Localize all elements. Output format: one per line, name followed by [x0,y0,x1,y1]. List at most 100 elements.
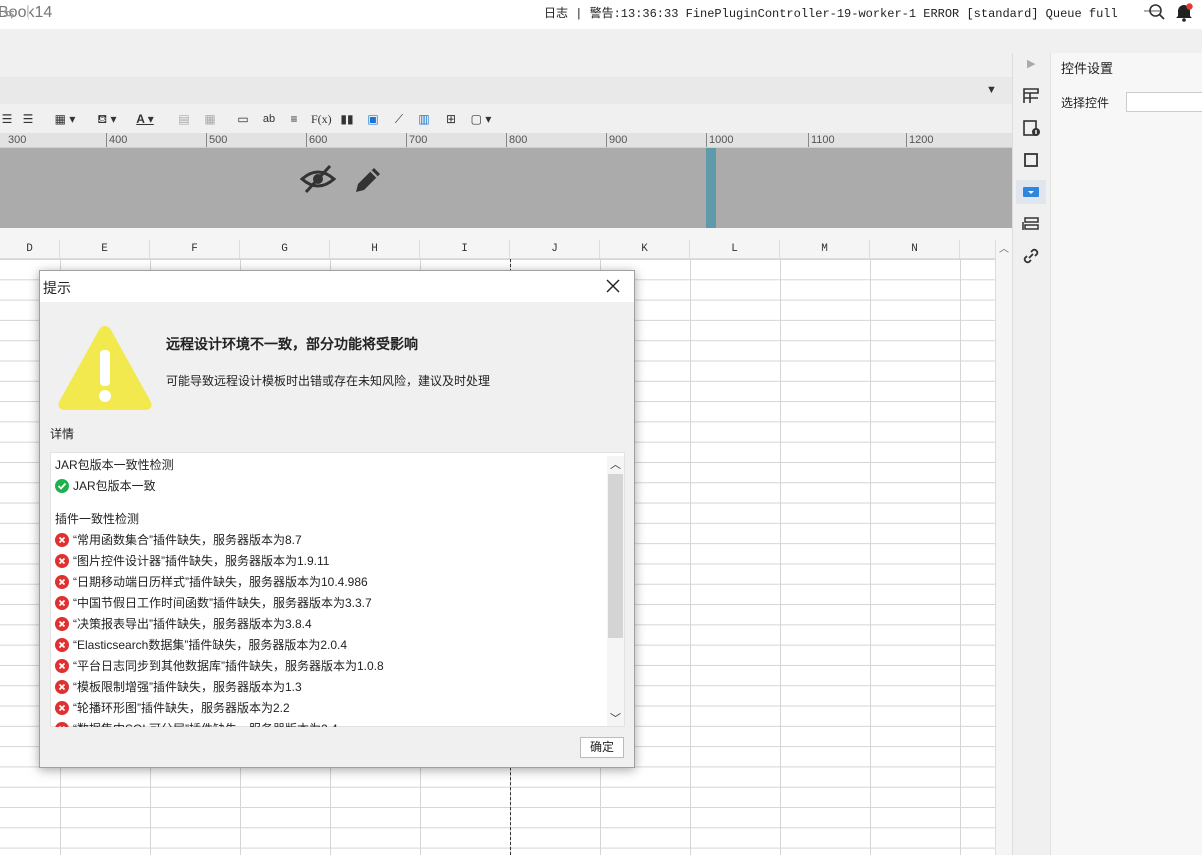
column-header-cell[interactable]: L [690,240,780,259]
plugin-list: “常用函数集合”插件缺失，服务器版本为8.7 “图片控件设计器”插件缺失，服务器版… [55,530,605,727]
grid-scrollbar[interactable] [995,240,1012,855]
plugin-item-text: “平台日志同步到其他数据库”插件缺失，服务器版本为1.0.8 [73,659,384,673]
plugin-item-text: “常用函数集合”插件缺失，服务器版本为8.7 [73,533,302,547]
ruler-tick: 1100 [808,133,835,147]
ruler-tick: 600 [306,133,327,147]
widget-settings-icon[interactable] [1021,182,1041,202]
plugin-item-text: “数据集中SQL可分层”插件缺失，服务器版本为2.4 [73,722,338,727]
plugin-item: “数据集中SQL可分层”插件缺失，服务器版本为2.4 [55,719,605,727]
details-label: 详情 [50,427,75,441]
chevron-up-icon[interactable]: ︿ [607,456,624,472]
properties-panel [1050,53,1202,855]
column-header-cell[interactable]: J [510,240,600,259]
list-item: JAR包版本一致 [55,476,605,497]
properties-title: 控件设置 [1061,61,1114,76]
insert-formula-icon[interactable]: F(x) [311,111,332,127]
band-separator [0,228,1012,240]
align-left-icon[interactable]: ☰ [0,111,14,127]
plugin-item: “轮播环形图”插件缺失，服务器版本为2.2 [55,698,605,719]
column-header-cell[interactable]: I [420,240,510,259]
bell-icon[interactable] [1174,2,1194,22]
plugin-item: “常用函数集合”插件缺失，服务器版本为8.7 [55,530,605,551]
error-circle-icon [55,659,69,673]
ruler-tick: 300 [8,134,27,146]
column-header-cell[interactable]: F [150,240,240,259]
eye-off-icon[interactable] [300,163,336,195]
hyperlink-icon[interactable] [1021,246,1041,266]
column-header-cell[interactable]: D [0,240,60,259]
column-header-cell[interactable]: K [600,240,690,259]
select-widget-label: 选择控件 [1061,96,1110,110]
expand-arrow-icon[interactable]: ▶ [1027,57,1035,70]
column-header-cell[interactable]: N [870,240,960,259]
merge-cells-icon[interactable]: ▤ [176,111,192,127]
insert-textbox-icon[interactable]: ▭ [234,111,252,127]
border-icon[interactable]: ▦ ▾ [50,111,80,127]
dialog-subtext: 可能导致远程设计模板时出错或存在未知风险，建议及时处理 [166,374,491,388]
ruler-tick: 1200 [906,133,933,147]
error-circle-icon [55,701,69,715]
condition-attributes-icon[interactable] [1021,214,1041,234]
column-header-cell[interactable]: E [60,240,150,259]
body-preview-band [0,148,1012,228]
jar-status-text: JAR包版本一致 [73,479,156,493]
column-header: D E F G H I J K L M N [0,240,995,259]
cell-attributes-icon[interactable] [1021,86,1041,106]
insert-text-icon[interactable]: ab [260,111,278,127]
insert-subreport-icon[interactable]: ▥ [416,111,432,127]
undo-icon[interactable]: ⇆ [3,5,15,22]
more-insert-icon[interactable]: ▢ ▾ [468,111,494,127]
cell-info-icon[interactable] [1021,118,1041,138]
ok-button[interactable]: 确定 [580,737,624,758]
error-circle-icon [55,596,69,610]
pencil-icon[interactable] [352,164,384,196]
insert-richtext-icon[interactable]: ≡ [286,111,302,127]
plugin-section-title: 插件一致性检测 [55,512,140,526]
formula-band [0,78,1012,104]
plugin-item: “图片控件设计器”插件缺失，服务器版本为1.9.11 [55,551,605,572]
plugin-item-text: “中国节假日工作时间函数”插件缺失，服务器版本为3.3.7 [73,596,372,610]
border-frame-icon[interactable] [1021,150,1041,170]
details-scroll-thumb[interactable] [608,474,623,638]
split-cells-icon[interactable]: ▦ [202,111,218,127]
format-toolbar: ☰ ☰ ▦ ▾ ⛾ ▾ A ▾ ▤ ▦ ▭ ab ≡ F(x) ▮▮ ▣ ⟋ ▥… [0,104,1012,133]
column-header-cell[interactable]: H [330,240,420,259]
plugin-item: “决策报表导出”插件缺失，服务器版本为3.8.4 [55,614,605,635]
ruler-tick: 800 [506,133,527,147]
insert-slash-icon[interactable]: ⟋ [391,111,407,127]
chevron-down-icon[interactable]: ﹀ [607,710,624,726]
error-circle-icon [55,722,69,727]
font-color-icon[interactable]: A ▾ [130,111,160,127]
insert-widget-icon[interactable]: ⊞ [442,111,460,127]
plugin-item: “日期移动端日历样式”插件缺失，服务器版本为10.4.986 [55,572,605,593]
search-icon[interactable] [1148,3,1166,21]
error-circle-icon [55,575,69,589]
toolbar-top [0,53,1012,78]
column-header-cell[interactable]: M [780,240,870,259]
close-icon[interactable] [603,276,623,296]
plugin-item-text: “决策报表导出”插件缺失，服务器版本为3.8.4 [73,617,312,631]
dialog-heading: 远程设计环境不一致，部分功能将受影响 [166,336,418,352]
error-circle-icon [55,617,69,631]
collapse-icon[interactable]: ▼ [986,84,997,96]
insert-chart-icon[interactable]: ▮▮ [338,111,356,127]
error-circle-icon [55,680,69,694]
ruler-tick: 500 [206,133,227,147]
dialog-titlebar[interactable] [40,271,634,302]
fill-color-icon[interactable]: ⛾ ▾ [92,111,122,127]
column-header-cell[interactable]: G [240,240,330,259]
plugin-item: “中国节假日工作时间函数”插件缺失，服务器版本为3.3.7 [55,593,605,614]
side-icon-bar [1012,53,1050,855]
scroll-up-icon[interactable]: ︿ [996,240,1012,255]
ruler-tick: 1000 [706,133,733,147]
insert-image-icon[interactable]: ▣ [364,111,382,127]
page-boundary-marker[interactable] [706,148,716,228]
align-right-icon[interactable]: ☰ [20,111,36,127]
log-message[interactable]: 日志 | 警告:13:36:33 FinePluginController-19… [544,4,1118,21]
select-widget-field[interactable] [1126,92,1202,112]
ruler-tick: 700 [406,133,427,147]
error-circle-icon [55,554,69,568]
plugin-item-text: “图片控件设计器”插件缺失，服务器版本为1.9.11 [73,554,330,568]
plugin-item: “Elasticsearch数据集”插件缺失，服务器版本为2.0.4 [55,635,605,656]
